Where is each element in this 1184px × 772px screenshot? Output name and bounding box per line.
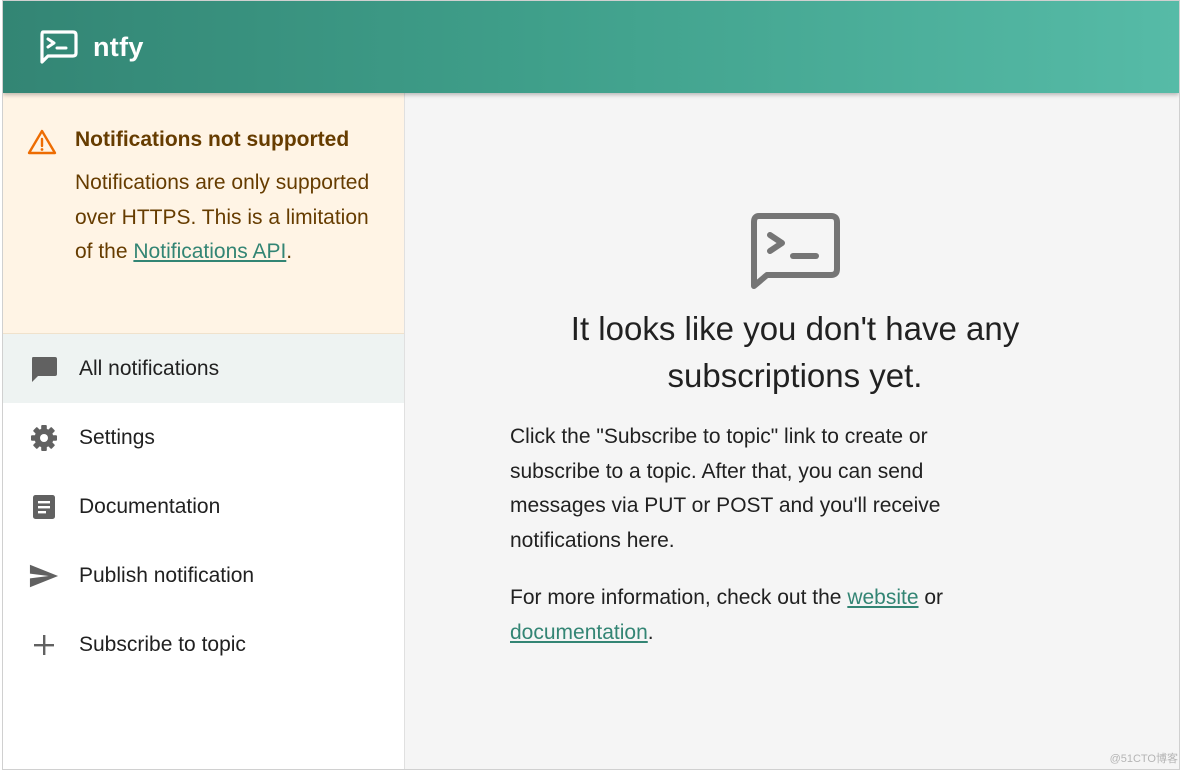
chat-icon <box>29 354 59 384</box>
watermark: @51CTO博客 <box>1109 753 1178 765</box>
sidebar-item-label: Settings <box>79 425 155 449</box>
sidebar-item-label: Publish notification <box>79 563 255 587</box>
notifications-api-link[interactable]: Notifications API <box>133 240 286 263</box>
document-icon <box>29 492 59 522</box>
sidebar-item-label: Subscribe to topic <box>79 632 246 656</box>
sidebar-item-all-notifications[interactable]: All notifications <box>3 334 404 403</box>
ntfy-empty-state-icon <box>751 213 840 289</box>
alert-body: Notifications are only supported over HT… <box>75 166 374 270</box>
empty-state-description: Click the "Subscribe to topic" link to c… <box>510 425 941 552</box>
plus-icon <box>29 630 59 660</box>
warning-icon <box>27 129 57 155</box>
more-info-text: For more information, check out the webs… <box>510 581 1030 650</box>
sidebar-item-label: All notifications <box>79 356 220 380</box>
more-info-suffix: . <box>647 620 654 644</box>
sidebar-item-publish-notification[interactable]: Publish notification <box>3 541 404 610</box>
alert-title: Notifications not supported <box>75 128 350 151</box>
empty-state-title: It looks like you don't have any subscri… <box>570 310 1020 394</box>
notifications-unsupported-alert: Notifications not supported Notification… <box>3 93 404 334</box>
sidebar-item-documentation[interactable]: Documentation <box>3 472 404 541</box>
gear-icon <box>29 423 59 453</box>
sidebar: Notifications not supported Notification… <box>3 93 405 769</box>
app-title: ntfy <box>93 31 144 62</box>
sidebar-item-label: Documentation <box>79 494 221 518</box>
main-content: It looks like you don't have any subscri… <box>405 93 1179 769</box>
app-window: ntfy Notifications not supported Notific… <box>2 0 1180 770</box>
documentation-link[interactable]: documentation <box>510 621 648 644</box>
send-icon <box>29 561 59 591</box>
sidebar-item-subscribe-to-topic[interactable]: Subscribe to topic <box>3 610 404 679</box>
website-link[interactable]: website <box>847 586 918 609</box>
sidebar-item-settings[interactable]: Settings <box>3 403 404 472</box>
alert-body-suffix: . <box>286 240 293 263</box>
more-info-prefix: For more information, check out the <box>510 586 848 609</box>
sidebar-nav: All notifications Settings Documentation… <box>3 334 404 679</box>
more-info-middle: or <box>918 586 944 609</box>
app-bar: ntfy <box>3 1 1179 93</box>
ntfy-logo-icon <box>40 30 78 64</box>
